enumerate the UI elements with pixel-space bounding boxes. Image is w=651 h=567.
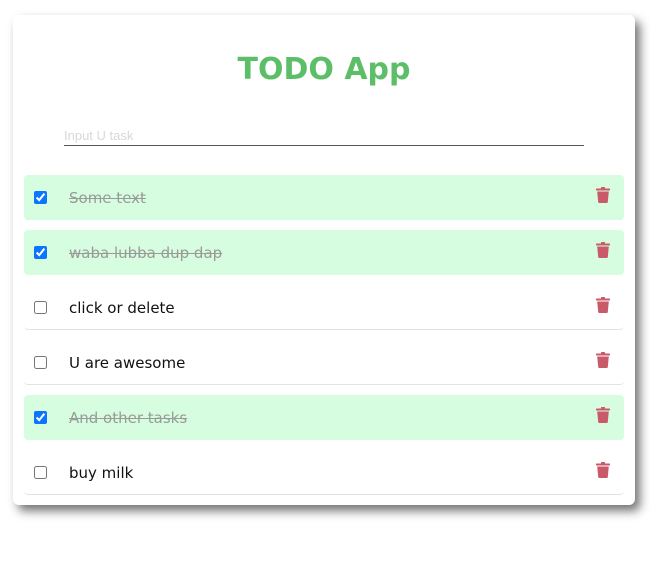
app-title: TODO App <box>237 52 411 87</box>
trash-icon[interactable] <box>596 407 610 423</box>
task-checkbox[interactable] <box>34 411 47 424</box>
task-item[interactable]: waba lubba dup dap <box>24 230 624 275</box>
trash-icon[interactable] <box>596 462 610 478</box>
task-checkbox[interactable] <box>34 246 47 259</box>
task-item[interactable]: U are awesome <box>24 340 624 385</box>
trash-icon[interactable] <box>596 297 610 313</box>
todo-card: TODO App Some text waba lubba dup dap cl… <box>13 15 635 505</box>
trash-icon[interactable] <box>596 352 610 368</box>
task-text[interactable]: buy milk <box>69 462 133 484</box>
task-text[interactable]: And other tasks <box>69 407 187 429</box>
task-checkbox[interactable] <box>34 191 47 204</box>
task-text[interactable]: waba lubba dup dap <box>69 242 222 264</box>
task-text[interactable]: click or delete <box>69 297 175 319</box>
task-item[interactable]: click or delete <box>24 285 624 330</box>
trash-icon[interactable] <box>596 187 610 203</box>
task-list: Some text waba lubba dup dap click or de… <box>24 175 624 505</box>
task-checkbox[interactable] <box>34 356 47 369</box>
task-item[interactable]: buy milk <box>24 450 624 495</box>
task-checkbox[interactable] <box>34 301 47 314</box>
task-text[interactable]: Some text <box>69 187 146 209</box>
trash-icon[interactable] <box>596 242 610 258</box>
task-checkbox[interactable] <box>34 466 47 479</box>
task-item[interactable]: Some text <box>24 175 624 220</box>
task-text[interactable]: U are awesome <box>69 352 185 374</box>
task-input[interactable] <box>64 125 584 146</box>
task-item[interactable]: And other tasks <box>24 395 624 440</box>
